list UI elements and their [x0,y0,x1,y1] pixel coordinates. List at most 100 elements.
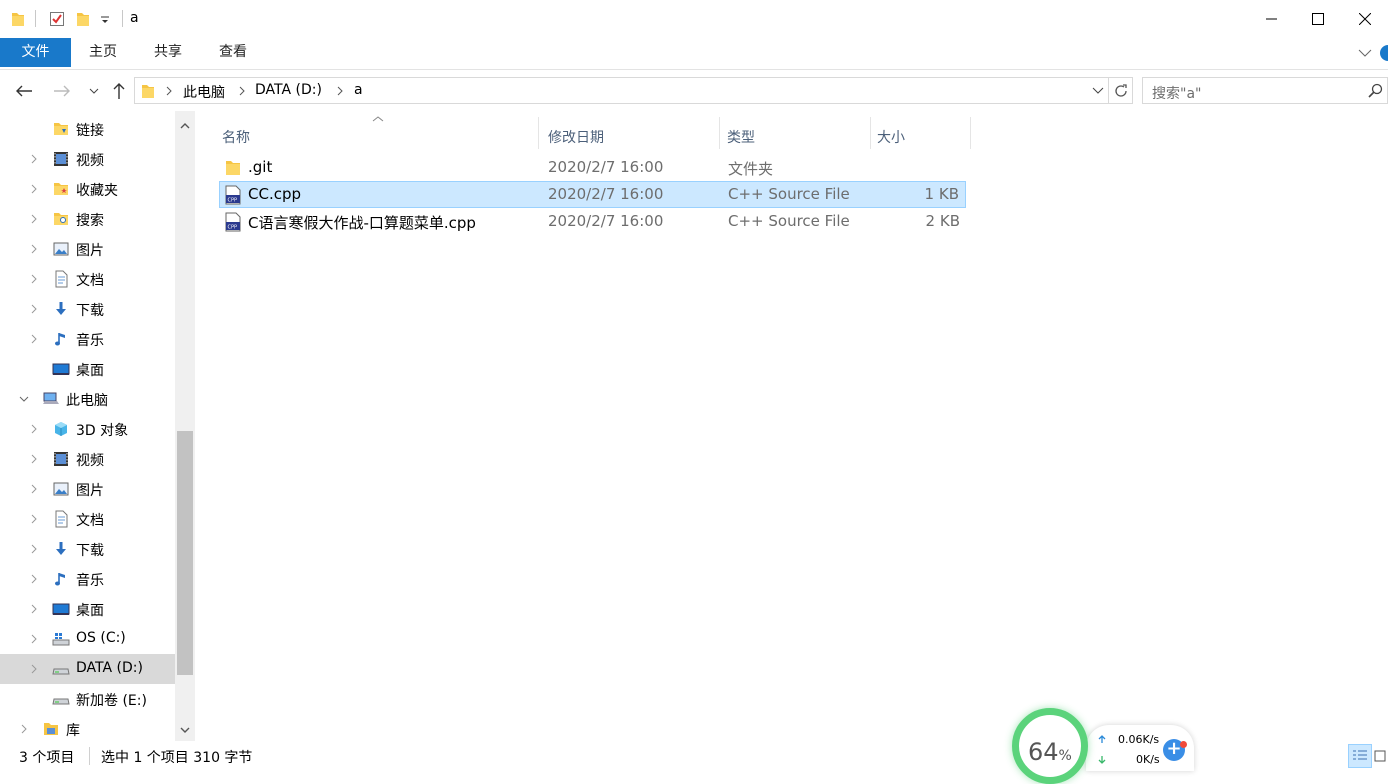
download-arrow-icon [1098,756,1106,764]
file-row-menu-cpp[interactable]: CPP C语言寒假大作战-口算题菜单.cpp 2020/2/7 16:00 C+… [219,208,966,235]
chevron-right-icon[interactable] [28,603,40,615]
scroll-up-icon[interactable] [179,119,191,131]
maximize-button[interactable] [1295,0,1341,38]
sidebar-item[interactable]: 文档 [0,504,175,534]
search-box[interactable]: 搜索"a" [1142,77,1388,104]
chevron-right-icon[interactable] [28,573,40,585]
item-count: 3 个项目 [19,750,75,766]
tab-file[interactable]: 文件 [0,38,71,67]
chevron-right-icon[interactable] [28,543,40,555]
sidebar-item-label: 库 [66,723,80,739]
minimize-button[interactable] [1249,0,1295,38]
sidebar-item-label: 桌面 [76,603,104,619]
chevron-right-icon[interactable] [28,453,40,465]
sidebar-item[interactable]: 下载 [0,534,175,564]
expand-ribbon-icon[interactable] [1358,46,1372,62]
column-header-type[interactable]: 类型 [720,117,870,155]
sidebar-item[interactable]: 搜索 [0,204,175,234]
navigation-bar: 此电脑 DATA (D:) a 搜索"a" [0,71,1388,111]
sidebar-item[interactable]: DATA (D:) [0,654,175,684]
recent-locations-button[interactable] [82,79,106,103]
sidebar-item[interactable]: 视频 [0,444,175,474]
chevron-right-icon [166,86,172,96]
sidebar-item[interactable]: 链接 [0,114,175,144]
address-history-dropdown-icon[interactable] [1092,87,1104,95]
drive-icon [52,690,70,708]
file-date: 2020/2/7 16:00 [548,185,664,203]
memory-percent: 64% [1028,738,1072,766]
column-header-size[interactable]: 大小 [871,117,971,155]
chevron-right-icon[interactable] [28,483,40,495]
sidebar-item[interactable]: 收藏夹 [0,174,175,204]
sidebar-item[interactable]: OS (C:) [0,624,175,654]
this-pc-icon [42,390,60,408]
chevron-down-icon[interactable] [18,393,30,405]
refresh-button[interactable] [1109,77,1133,104]
details-view-button[interactable] [1348,744,1372,768]
window-title: a [130,10,139,26]
chevron-right-icon[interactable] [28,663,40,675]
tab-view[interactable]: 查看 [206,38,260,67]
large-icons-view-button[interactable] [1373,744,1387,768]
up-arrow-icon [113,83,125,99]
chevron-right-icon [337,86,343,96]
navigation-scrollbar[interactable] [175,111,195,741]
sidebar-item[interactable]: 文档 [0,264,175,294]
sidebar-item-label: OS (C:) [76,630,126,646]
title-bar: a [0,0,1388,38]
chevron-right-icon[interactable] [28,243,40,255]
sidebar-item[interactable]: 音乐 [0,564,175,594]
chevron-right-icon[interactable] [28,423,40,435]
sidebar-item-label: 图片 [76,243,104,259]
sidebar-item[interactable]: 视频 [0,144,175,174]
back-button[interactable] [12,79,36,103]
chevron-right-icon[interactable] [28,303,40,315]
sidebar-item[interactable]: 图片 [0,234,175,264]
scrollbar-thumb[interactable] [177,431,193,675]
sidebar-item[interactable]: 库 [0,714,175,741]
folder-icon [142,85,154,98]
chevron-right-icon[interactable] [28,213,40,225]
chevron-right-icon[interactable] [28,153,40,165]
links-folder-icon [52,120,70,138]
breadcrumb-a[interactable]: a [354,82,363,98]
help-icon[interactable] [1380,45,1388,61]
chevron-right-icon[interactable] [28,183,40,195]
new-folder-icon[interactable] [73,9,93,29]
column-header-date[interactable]: 修改日期 [539,117,719,155]
chevron-right-icon[interactable] [28,273,40,285]
sidebar-item[interactable]: 音乐 [0,324,175,354]
chevron-down-icon [89,88,99,94]
sidebar-item-label: 视频 [76,453,104,469]
svg-text:CPP: CPP [228,225,238,231]
column-header-name[interactable]: 名称 [219,117,539,155]
customize-toolbar-dropdown-icon[interactable] [98,9,112,29]
breadcrumb-this-pc[interactable]: 此电脑 [183,82,225,102]
address-bar[interactable]: 此电脑 DATA (D:) a [134,77,1109,104]
sidebar-item[interactable]: 此电脑 [0,384,175,414]
sidebar-item[interactable]: 图片 [0,474,175,504]
chevron-right-icon[interactable] [28,333,40,345]
breadcrumb-data-drive[interactable]: DATA (D:) [255,82,322,98]
sidebar-item[interactable]: 下载 [0,294,175,324]
file-row-cc-cpp[interactable]: CPP CC.cpp 2020/2/7 16:00 C++ Source Fil… [219,181,966,208]
chevron-right-icon[interactable] [18,723,30,735]
up-button[interactable] [107,79,131,103]
search-icon[interactable] [1367,83,1383,99]
tab-share[interactable]: 共享 [141,38,195,67]
chevron-right-icon[interactable] [28,513,40,525]
file-size: 2 KB [925,212,960,230]
file-row-git[interactable]: .git 2020/2/7 16:00 文件夹 [219,154,966,181]
chevron-right-icon[interactable] [28,633,40,645]
close-button[interactable] [1342,0,1388,38]
scroll-down-icon[interactable] [179,724,191,736]
tab-home[interactable]: 主页 [76,38,130,67]
sidebar-item[interactable]: 新加卷 (E:) [0,684,175,714]
sidebar-item[interactable]: 3D 对象 [0,414,175,444]
forward-button[interactable] [50,79,74,103]
file-type: 文件夹 [728,160,774,178]
network-speed-widget[interactable]: 0.06K/s 0K/s 64% + [1008,705,1198,784]
sidebar-item[interactable]: 桌面 [0,594,175,624]
properties-icon[interactable] [47,9,67,29]
sidebar-item[interactable]: 桌面 [0,354,175,384]
